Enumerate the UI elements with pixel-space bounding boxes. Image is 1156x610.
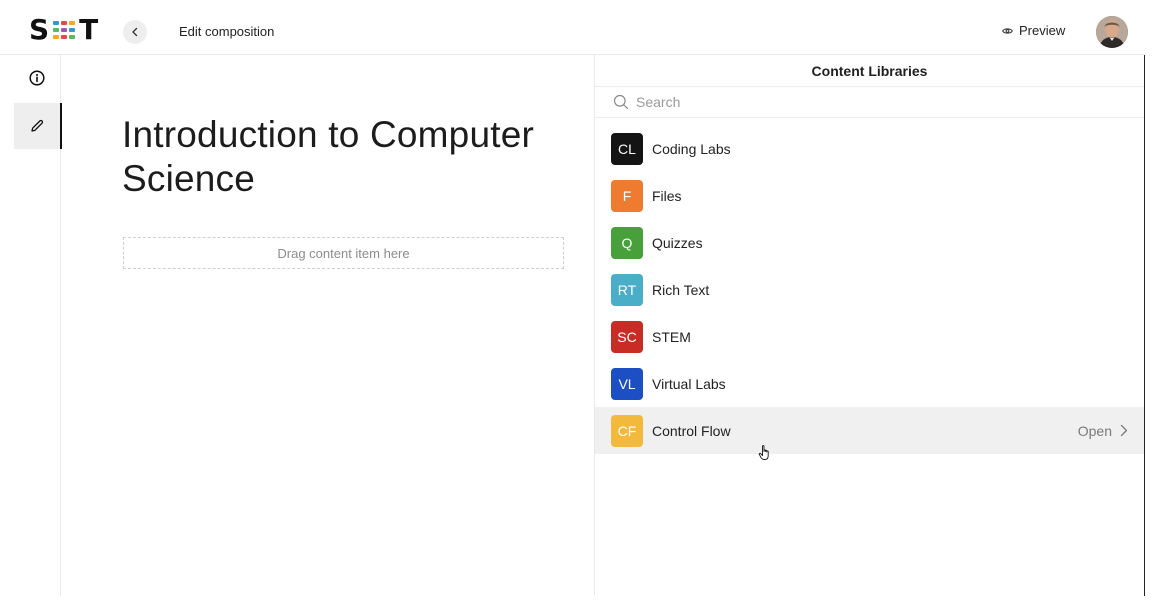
search-bar	[595, 87, 1144, 118]
library-item-virtual-labs[interactable]: VL Virtual Labs	[595, 360, 1144, 407]
composition-canvas: Introduction to Computer Science Drag co…	[61, 55, 594, 596]
info-icon	[29, 70, 45, 86]
logo-dot	[69, 21, 76, 25]
library-list: CL Coding Labs F Files Q Quizzes RT Rich…	[595, 125, 1144, 454]
library-label: Rich Text	[652, 281, 710, 298]
logo-dot	[69, 28, 76, 32]
info-tab[interactable]	[14, 55, 60, 101]
search-icon	[612, 93, 630, 111]
library-badge: SC	[611, 320, 643, 353]
open-label: Open	[1077, 422, 1112, 439]
avatar-portrait	[1096, 16, 1128, 48]
content-libraries-panel: Content Libraries CL Coding Labs F Files…	[594, 55, 1145, 596]
chevron-left-icon	[132, 27, 138, 37]
library-badge: Q	[611, 226, 643, 259]
library-badge: F	[611, 179, 643, 212]
page-header-title: Edit composition	[179, 24, 275, 39]
drop-zone[interactable]: Drag content item here	[123, 237, 564, 269]
back-button[interactable]	[123, 20, 147, 44]
library-badge: CL	[611, 132, 643, 165]
library-label: Virtual Labs	[652, 375, 726, 392]
library-item-stem[interactable]: SC STEM	[595, 313, 1144, 360]
chevron-right-icon	[1120, 424, 1128, 437]
library-label: Control Flow	[652, 422, 731, 439]
logo-dot	[53, 28, 60, 32]
preview-label: Preview	[1019, 23, 1066, 38]
logo-dot	[61, 35, 68, 39]
left-rail	[0, 55, 62, 596]
library-label: Files	[652, 187, 682, 204]
preview-button[interactable]: Preview	[1002, 23, 1065, 38]
user-avatar[interactable]	[1096, 16, 1128, 48]
edit-tab[interactable]	[14, 103, 62, 149]
library-item-control-flow[interactable]: CF Control Flow Open	[595, 407, 1144, 454]
library-item-rich-text[interactable]: RT Rich Text	[595, 266, 1144, 313]
library-badge: CF	[611, 414, 643, 447]
library-item-quizzes[interactable]: Q Quizzes	[595, 219, 1144, 266]
logo-letter-t: T	[79, 13, 100, 46]
top-bar: S T Edit composition Preview	[0, 0, 1144, 55]
library-item-files[interactable]: F Files	[595, 172, 1144, 219]
logo-dot	[61, 28, 68, 32]
library-badge: RT	[611, 273, 643, 306]
logo-dot	[61, 21, 68, 25]
panel-title: Content Libraries	[595, 55, 1144, 87]
library-label: Coding Labs	[652, 140, 731, 157]
library-label: Quizzes	[652, 234, 703, 251]
library-label: STEM	[652, 328, 691, 345]
drop-zone-text: Drag content item here	[277, 245, 410, 261]
eye-icon	[1002, 27, 1013, 34]
logo-letter-s: S	[29, 13, 51, 46]
composition-title[interactable]: Introduction to Computer Science	[122, 113, 582, 201]
library-item-coding-labs[interactable]: CL Coding Labs	[595, 125, 1144, 172]
logo-dot	[53, 35, 60, 39]
logo-dot	[53, 21, 60, 25]
open-library-button[interactable]: Open	[1078, 407, 1128, 454]
search-input[interactable]	[634, 93, 1118, 111]
logo-dot	[69, 35, 76, 39]
app-logo[interactable]: S T	[29, 14, 99, 46]
logo-dots	[53, 21, 76, 39]
pencil-icon	[31, 119, 44, 132]
library-badge: VL	[611, 367, 643, 400]
hand-cursor-icon	[758, 445, 769, 460]
